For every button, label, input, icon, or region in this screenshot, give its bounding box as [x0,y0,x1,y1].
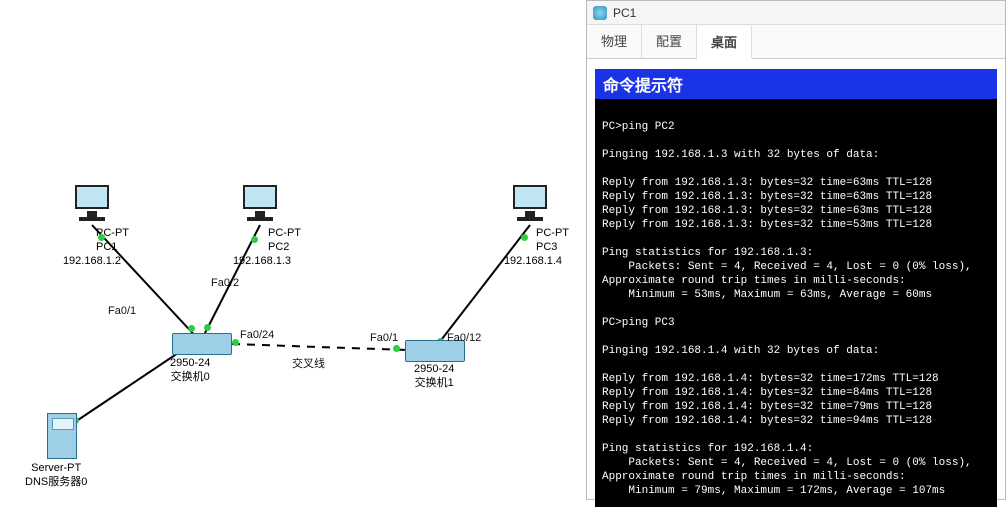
tab-config[interactable]: 配置 [642,25,697,58]
sw0-label: 2950-24 交换机0 [170,356,210,384]
pc1-label: PC-PT PC1 [96,226,129,254]
pc3-label: PC-PT PC3 [536,226,569,254]
iface-fa0-2-sw0: Fa0/2 [211,277,239,289]
pc1-window[interactable]: PC1 物理 配置 桌面 命令提示符 PC>ping PC2 Pinging 1… [586,0,1006,500]
window-title: PC1 [613,6,636,20]
pc2-label: PC-PT PC2 [268,226,301,254]
pc1-ip: 192.168.1.2 [52,254,132,268]
server-label: Server-PT DNS服务器0 [25,461,87,489]
terminal-title: 命令提示符 [595,69,997,99]
device-switch0[interactable] [172,333,232,355]
iface-fa0-1-sw1: Fa0/1 [370,332,398,344]
device-pc1[interactable] [72,185,112,225]
topology-canvas[interactable]: PC-PT PC1 192.168.1.2 PC-PT PC2 192.168.… [0,0,580,500]
tab-physical[interactable]: 物理 [587,25,642,58]
pc3-ip: 192.168.1.4 [493,254,573,268]
window-titlebar[interactable]: PC1 [587,1,1005,25]
tab-desktop[interactable]: 桌面 [697,26,752,59]
iface-fa0-24-sw0: Fa0/24 [240,329,274,341]
device-pc2[interactable] [240,185,280,225]
terminal-output[interactable]: PC>ping PC2 Pinging 192.168.1.3 with 32 … [595,99,997,507]
iface-fa0-1-sw0: Fa0/1 [108,305,136,317]
crossover-label: 交叉线 [292,355,325,371]
terminal-container: 命令提示符 PC>ping PC2 Pinging 192.168.1.3 wi… [587,59,1005,503]
pc2-ip: 192.168.1.3 [222,254,302,268]
iface-fa0-12-sw1: Fa0/12 [447,332,481,344]
device-pc3[interactable] [510,185,550,225]
tab-bar: 物理 配置 桌面 [587,25,1005,59]
device-server[interactable] [47,413,77,459]
app-icon [593,6,607,20]
sw1-label: 2950-24 交换机1 [414,362,454,390]
